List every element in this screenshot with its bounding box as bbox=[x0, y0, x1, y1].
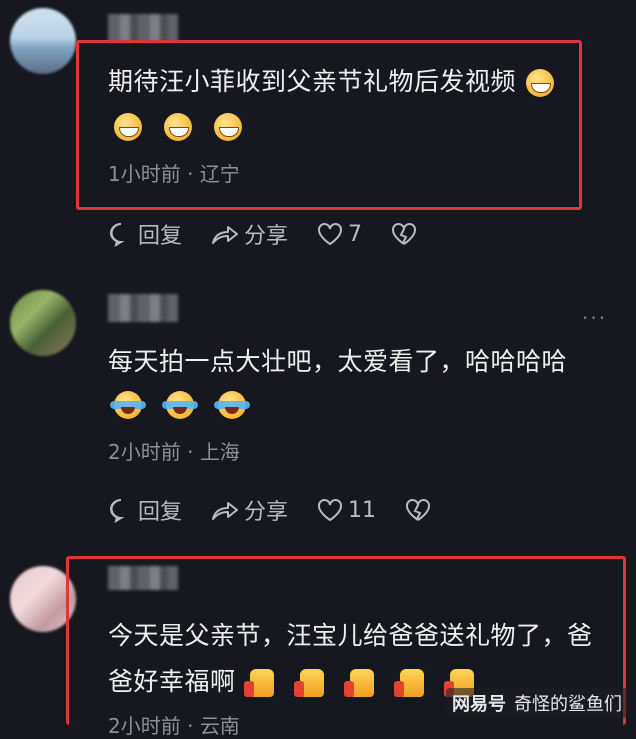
joy-emoji bbox=[110, 391, 146, 419]
share-icon bbox=[212, 502, 239, 520]
grin-emoji bbox=[164, 113, 192, 141]
thumbs-up-emoji bbox=[293, 669, 324, 697]
thumbs-up-emoji bbox=[343, 669, 374, 697]
heart-icon bbox=[318, 499, 343, 522]
joy-emoji bbox=[162, 391, 198, 419]
grin-emoji bbox=[214, 113, 242, 141]
grin-emoji bbox=[526, 69, 555, 97]
reply-icon bbox=[110, 499, 125, 523]
share-button[interactable]: 分享 bbox=[210, 494, 288, 526]
comment-meta: 2小时前 · 云南 bbox=[108, 714, 240, 738]
comment-emoji-row bbox=[108, 110, 260, 142]
like-button[interactable]: 11 bbox=[316, 497, 376, 523]
share-icon bbox=[212, 226, 239, 244]
comment-text: 期待汪小菲收到父亲节礼物后发视频 bbox=[108, 66, 572, 98]
reply-button[interactable]: 回复 bbox=[108, 218, 182, 250]
comment-actions: 回复 分享 11 bbox=[108, 494, 464, 526]
broken-heart-icon bbox=[406, 499, 431, 521]
thumbs-up-emoji bbox=[393, 669, 424, 697]
grin-emoji bbox=[114, 113, 142, 141]
more-options-button[interactable]: ··· bbox=[582, 306, 607, 330]
broken-heart-icon bbox=[392, 223, 417, 245]
watermark-account: 奇怪的鲨鱼们 bbox=[514, 694, 622, 715]
comment-text: 每天拍一点大壮吧，太爱看了，哈哈哈哈 bbox=[108, 347, 568, 376]
avatar[interactable] bbox=[10, 8, 76, 74]
thumbs-up-emoji bbox=[243, 669, 274, 697]
comment-meta: 2小时前 · 上海 bbox=[108, 440, 240, 464]
dislike-button[interactable] bbox=[404, 497, 436, 523]
share-button[interactable]: 分享 bbox=[210, 218, 288, 250]
username-blurred[interactable] bbox=[108, 566, 178, 590]
watermark: 网易号 奇怪的鲨鱼们 bbox=[446, 688, 628, 718]
watermark-brand: 网易号 bbox=[452, 694, 506, 715]
comment-actions: 回复 分享 7 bbox=[108, 218, 450, 250]
reply-button[interactable]: 回复 bbox=[108, 494, 182, 526]
avatar[interactable] bbox=[10, 566, 76, 632]
dislike-button[interactable] bbox=[390, 221, 422, 247]
comment-text-line-2: 爸好幸福啊 bbox=[108, 666, 492, 698]
avatar[interactable] bbox=[10, 290, 76, 356]
joy-emoji bbox=[214, 391, 250, 419]
like-button[interactable]: 7 bbox=[316, 221, 362, 247]
reply-icon bbox=[110, 223, 125, 247]
username-blurred[interactable] bbox=[108, 14, 178, 42]
username-blurred[interactable] bbox=[108, 294, 178, 322]
comment-text-line-1: 今天是父亲节，汪宝儿给爸爸送礼物了，爸 bbox=[108, 621, 593, 650]
comment-meta: 1小时前 · 辽宁 bbox=[108, 162, 240, 186]
heart-icon bbox=[318, 223, 343, 246]
comment-emoji-row bbox=[108, 388, 264, 420]
